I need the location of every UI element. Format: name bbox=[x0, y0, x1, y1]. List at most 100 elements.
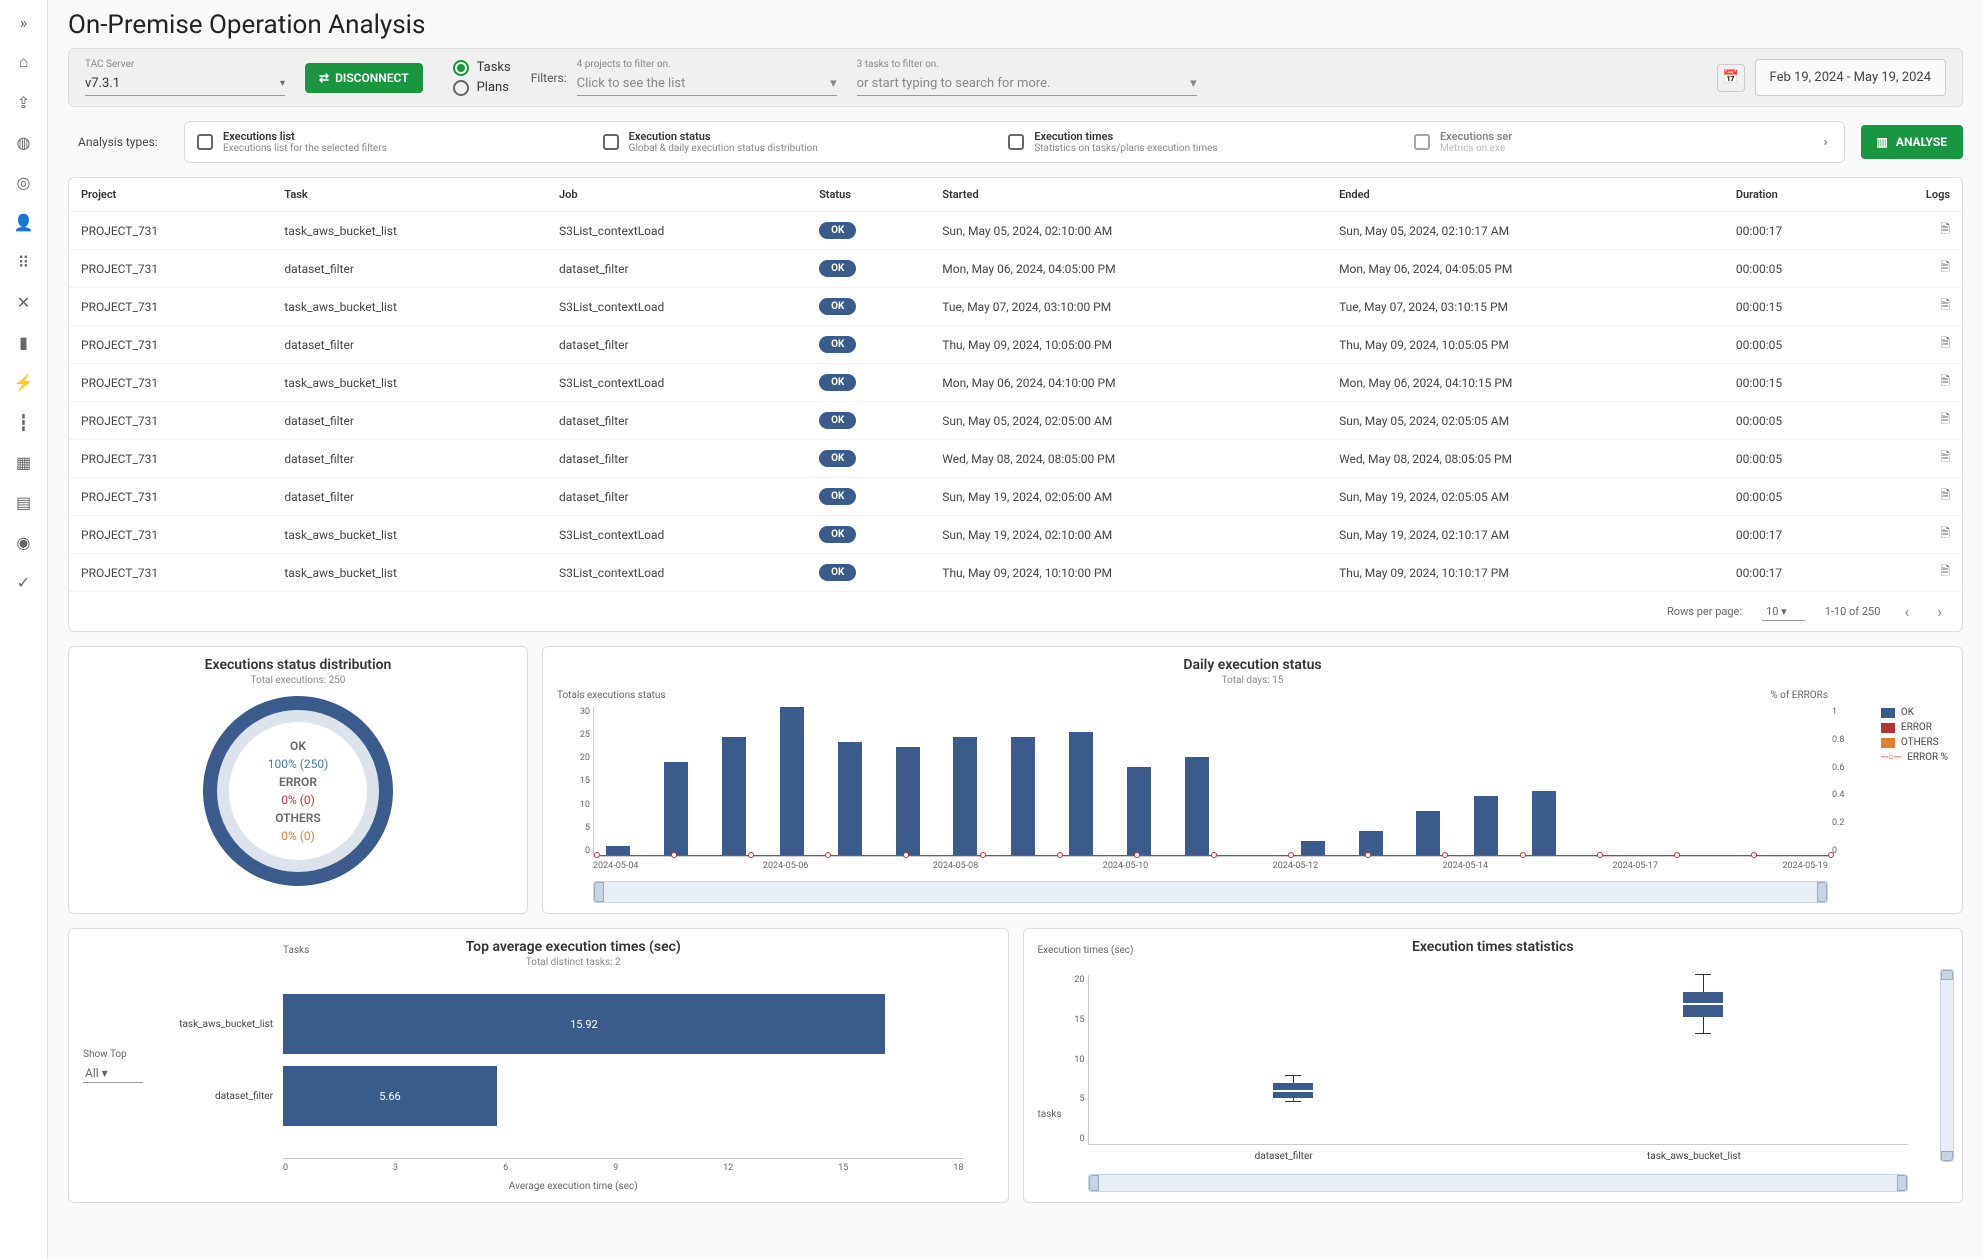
log-icon[interactable]: 🗎 bbox=[1940, 222, 1950, 236]
log-icon[interactable]: 🗎 bbox=[1940, 450, 1950, 464]
analysis-type-item[interactable]: Executions serMetrics on exe bbox=[1414, 130, 1808, 154]
table-row: PROJECT_731task_aws_bucket_listS3List_co… bbox=[69, 554, 1962, 592]
log-icon[interactable]: 🗎 bbox=[1940, 564, 1950, 578]
expand-icon[interactable]: » bbox=[14, 12, 34, 32]
log-icon[interactable]: 🗎 bbox=[1940, 488, 1950, 502]
col-logs[interactable]: Logs bbox=[1865, 178, 1962, 212]
status-badge: OK bbox=[819, 260, 856, 277]
col-status[interactable]: Status bbox=[807, 178, 930, 212]
table-row: PROJECT_731dataset_filterdataset_filterO… bbox=[69, 440, 1962, 478]
analysis-types-row: Analysis types: Executions listExecution… bbox=[68, 121, 1963, 163]
user-icon[interactable]: 👤 bbox=[14, 212, 34, 232]
table-row: PROJECT_731dataset_filterdataset_filterO… bbox=[69, 326, 1962, 364]
checkbox-icon[interactable] bbox=[1414, 134, 1430, 150]
export-icon[interactable]: ⇪ bbox=[14, 92, 34, 112]
showtop-label: Show Top bbox=[83, 1049, 143, 1060]
stats-brush-h[interactable] bbox=[1088, 1174, 1909, 1192]
col-duration[interactable]: Duration bbox=[1724, 178, 1865, 212]
project-filter-select[interactable]: Click to see the list ▾ bbox=[577, 72, 837, 96]
analysis-type-item[interactable]: Execution statusGlobal & daily execution… bbox=[603, 130, 997, 154]
analysis-type-item[interactable]: Execution timesStatistics on tasks/plans… bbox=[1008, 130, 1402, 154]
analysis-types-label: Analysis types: bbox=[68, 135, 168, 149]
daily-bar bbox=[838, 742, 862, 856]
table-pager: Rows per page: 10 ▾ 1-10 of 250 ‹ › bbox=[69, 592, 1962, 631]
chevron-down-icon: ▾ bbox=[830, 76, 837, 91]
target-icon[interactable]: ◉ bbox=[14, 532, 34, 552]
task-filter-select[interactable]: or start typing to search for more. ▾ bbox=[857, 72, 1197, 96]
table-row: PROJECT_731task_aws_bucket_listS3List_co… bbox=[69, 364, 1962, 402]
rpp-label: Rows per page: bbox=[1667, 605, 1742, 618]
tac-server-select[interactable]: v7.3.1 ▾ bbox=[85, 72, 285, 96]
rpp-select[interactable]: 10 ▾ bbox=[1762, 603, 1805, 621]
tree-icon[interactable]: ┇ bbox=[14, 412, 34, 432]
donut-title: Executions status distribution bbox=[83, 657, 513, 673]
analysis-type-item[interactable]: Executions listExecutions list for the s… bbox=[197, 130, 591, 154]
bolt-icon[interactable]: ⚡ bbox=[14, 372, 34, 392]
tools-icon[interactable]: ✕ bbox=[14, 292, 34, 312]
main-content: On-Premise Operation Analysis TAC Server… bbox=[48, 0, 1983, 1259]
grid-icon[interactable]: ▦ bbox=[14, 452, 34, 472]
globe-icon[interactable]: ◍ bbox=[14, 132, 34, 152]
stats-chart-card: Execution times statistics Execution tim… bbox=[1023, 928, 1964, 1203]
daily-left-label: Totals executions status bbox=[557, 690, 666, 701]
log-icon[interactable]: 🗎 bbox=[1940, 412, 1950, 426]
log-icon[interactable]: 🗎 bbox=[1940, 526, 1950, 540]
stats-brush-v[interactable] bbox=[1940, 969, 1954, 1162]
stats-tasks-label: tasks bbox=[1038, 1109, 1062, 1120]
chevron-right-icon[interactable]: › bbox=[1820, 135, 1832, 150]
home-icon[interactable]: ⌂ bbox=[14, 52, 34, 72]
info-icon[interactable]: ▮ bbox=[14, 332, 34, 352]
stats-ylabel: Execution times (sec) bbox=[1038, 945, 1134, 956]
log-icon[interactable]: 🗎 bbox=[1940, 336, 1950, 350]
disconnect-button[interactable]: ⇄ DISCONNECT bbox=[305, 63, 423, 93]
daily-bar bbox=[664, 762, 688, 856]
check-icon[interactable]: ✓ bbox=[14, 572, 34, 592]
log-icon[interactable]: 🗎 bbox=[1940, 298, 1950, 312]
status-badge: OK bbox=[819, 374, 856, 391]
analysis-types-box: Executions listExecutions list for the s… bbox=[184, 121, 1845, 163]
doc-icon[interactable]: ▤ bbox=[14, 492, 34, 512]
page-title: On-Premise Operation Analysis bbox=[68, 10, 1963, 40]
status-badge: OK bbox=[819, 222, 856, 239]
donut-chart-card: Executions status distribution Total exe… bbox=[68, 646, 528, 914]
showtop-select[interactable]: All ▾ bbox=[83, 1064, 143, 1083]
log-icon[interactable]: 🗎 bbox=[1940, 374, 1950, 388]
col-task[interactable]: Task bbox=[272, 178, 547, 212]
table-row: PROJECT_731task_aws_bucket_listS3List_co… bbox=[69, 288, 1962, 326]
checkbox-icon[interactable] bbox=[603, 134, 619, 150]
analyse-button[interactable]: ▥ ANALYSE bbox=[1861, 125, 1963, 159]
daily-bar bbox=[1011, 737, 1035, 856]
date-range-button[interactable]: Feb 19, 2024 - May 19, 2024 bbox=[1755, 59, 1946, 96]
col-job[interactable]: Job bbox=[547, 178, 807, 212]
tac-server-label: TAC Server bbox=[85, 59, 285, 70]
table-row: PROJECT_731dataset_filterdataset_filterO… bbox=[69, 250, 1962, 288]
status-badge: OK bbox=[819, 298, 856, 315]
daily-chart: 302520151050 10.80.60.40.20 bbox=[593, 707, 1828, 857]
daily-bar bbox=[953, 737, 977, 856]
group-icon[interactable]: ⠿ bbox=[14, 252, 34, 272]
pager-prev[interactable]: ‹ bbox=[1900, 602, 1913, 621]
status-badge: OK bbox=[819, 450, 856, 467]
log-icon[interactable]: 🗎 bbox=[1940, 260, 1950, 274]
disconnect-label: DISCONNECT bbox=[335, 71, 409, 85]
badge-icon[interactable]: ◎ bbox=[14, 172, 34, 192]
checkbox-icon[interactable] bbox=[1008, 134, 1024, 150]
daily-bar bbox=[1069, 732, 1093, 856]
project-filter-hint: 4 projects to filter on. bbox=[577, 59, 837, 70]
controls-bar: TAC Server v7.3.1 ▾ ⇄ DISCONNECT Tasks P… bbox=[68, 48, 1963, 107]
pager-next[interactable]: › bbox=[1933, 602, 1946, 621]
col-started[interactable]: Started bbox=[930, 178, 1327, 212]
topavg-chart-card: Show Top All ▾ Top average execution tim… bbox=[68, 928, 1009, 1203]
calendar-icon[interactable]: 📅 bbox=[1717, 64, 1745, 92]
col-ended[interactable]: Ended bbox=[1327, 178, 1724, 212]
daily-bar bbox=[780, 707, 804, 856]
radio-plans[interactable]: Plans bbox=[453, 80, 511, 96]
col-project[interactable]: Project bbox=[69, 178, 272, 212]
tac-server-value: v7.3.1 bbox=[85, 76, 120, 91]
checkbox-icon[interactable] bbox=[197, 134, 213, 150]
radio-on-icon bbox=[453, 60, 469, 76]
executions-table: Project Task Job Status Started Ended Du… bbox=[69, 178, 1962, 592]
daily-brush[interactable] bbox=[593, 881, 1828, 903]
radio-tasks[interactable]: Tasks bbox=[453, 60, 511, 76]
daily-legend: OK ERROR OTHERS ─○─ERROR % bbox=[1881, 707, 1948, 767]
